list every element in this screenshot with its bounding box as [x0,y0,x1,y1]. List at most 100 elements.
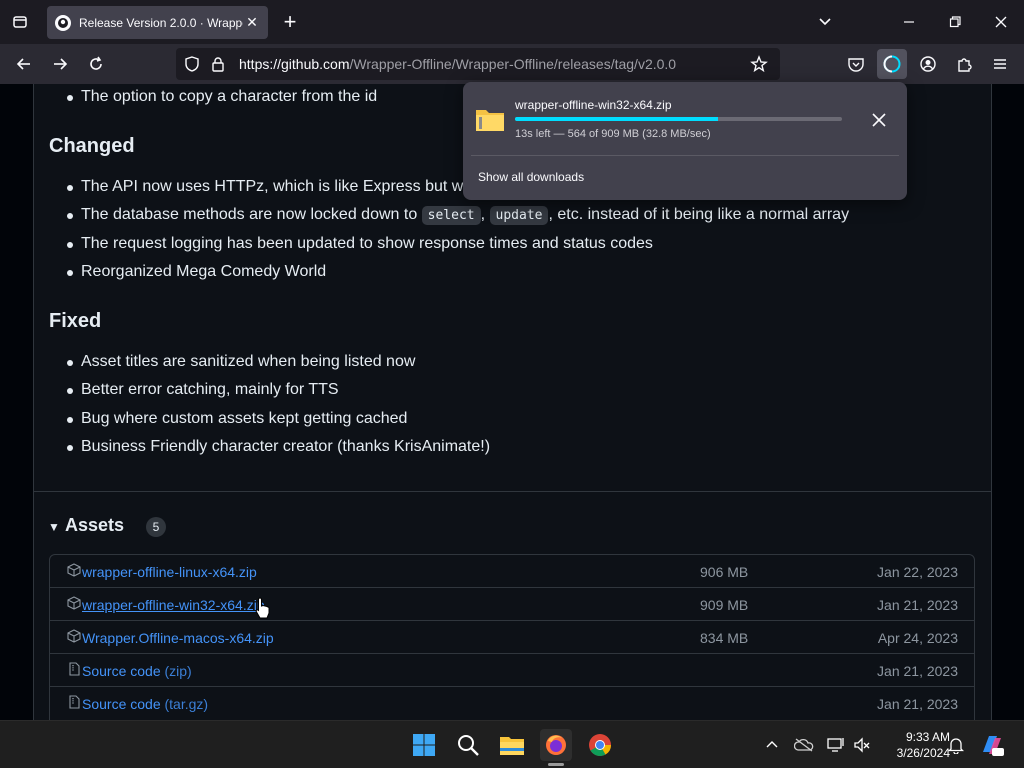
asset-link[interactable]: Source code (zip) [82,663,192,679]
notification-bell-icon[interactable] [946,735,966,755]
asset-date: Jan 21, 2023 [877,597,958,613]
chevron-up-icon[interactable] [762,735,782,755]
download-progress-fill [515,117,718,121]
asset-link-label: Source code [82,663,161,679]
download-progress-bar [515,117,842,121]
asset-row: Source code (tar.gz) Jan 21, 2023 [50,687,974,720]
assets-list: wrapper-offline-linux-x64.zip 906 MB Jan… [49,554,975,720]
bullet [67,360,73,366]
close-window-button[interactable] [986,8,1016,36]
file-explorer-icon[interactable] [496,729,528,761]
package-icon [67,596,81,610]
fixed-heading: Fixed [49,310,102,332]
restore-button[interactable] [940,8,970,36]
asset-size: 909 MB [700,597,749,613]
bullet [67,445,73,451]
firefox-view-icon[interactable] [8,10,32,34]
bullet [67,185,73,191]
close-tab-icon[interactable]: ✕ [244,14,260,30]
list-item: Reorganized Mega Comedy World [81,263,327,280]
cancel-download-icon[interactable] [869,110,889,130]
forward-arrow-icon[interactable] [48,52,72,76]
lock-icon[interactable] [206,52,230,76]
asset-row: Source code (zip) Jan 21, 2023 [50,654,974,687]
asset-row: Wrapper.Offline-macos-x64.zip 834 MB Apr… [50,621,974,654]
list-item: Better error catching, mainly for TTS [81,381,339,398]
list-item: The database methods are now locked down… [81,206,850,225]
file-zip-icon [67,695,81,709]
url-bar[interactable]: https://github.com/Wrapper-Offline/Wrapp… [176,48,780,80]
asset-row: wrapper-offline-linux-x64.zip 906 MB Jan… [50,555,974,588]
chevron-down-icon[interactable] [815,12,835,32]
copilot-icon[interactable] [976,729,1008,761]
firefox-icon[interactable] [540,729,572,761]
bullet [67,270,73,276]
list-item: Business Friendly character creator (tha… [81,438,491,455]
asset-link-suffix: (zip) [160,663,192,679]
active-app-indicator [548,763,564,766]
zip-folder-icon [475,106,505,132]
github-icon [55,14,71,31]
asset-size: 906 MB [700,564,749,580]
asset-date: Jan 21, 2023 [877,696,958,712]
list-item: The API now uses HTTPz, which is like Ex… [81,178,481,195]
url-path: /Wrapper-Offline/Wrapper-Offline/release… [349,56,677,72]
assets-heading[interactable]: Assets [65,515,124,536]
back-arrow-icon[interactable] [12,52,36,76]
hand-cursor-icon [255,597,271,619]
reload-icon[interactable] [84,52,108,76]
package-icon [67,629,81,643]
download-status: 13s left — 564 of 909 MB (32.8 MB/sec) [515,128,711,140]
menu-icon[interactable] [988,52,1012,76]
taskbar: 9:33 AM 3/26/2024 [0,720,1024,768]
downloads-icon[interactable] [877,49,907,79]
code-update: update [489,206,549,225]
divider [471,155,899,156]
package-icon [67,563,81,577]
text: The database methods are now locked down… [81,206,422,223]
display-icon[interactable] [826,735,846,755]
minimize-button[interactable] [894,8,924,36]
asset-link[interactable]: Wrapper.Offline-macos-x64.zip [82,630,274,646]
pocket-icon[interactable] [844,52,868,76]
bookmark-star-icon[interactable] [747,52,771,76]
bullet [67,417,73,423]
bullet [67,213,73,219]
list-item: The option to copy a character from the … [81,88,378,105]
volume-muted-icon[interactable] [852,735,872,755]
download-filename[interactable]: wrapper-offline-win32-x64.zip [515,98,672,112]
divider [34,491,991,492]
asset-size: 834 MB [700,630,749,646]
url-host: https://github.com [239,56,350,72]
system-clock[interactable]: 9:33 AM 3/26/2024 [880,729,950,761]
list-item: The request logging has been updated to … [81,235,653,252]
onedrive-icon[interactable] [794,735,814,755]
tab-title: Release Version 2.0.0 · Wrapper- [79,15,243,30]
asset-date: Apr 24, 2023 [877,630,958,646]
asset-link-label: Source code [82,696,161,712]
tab-active[interactable]: Release Version 2.0.0 · Wrapper- ✕ [47,6,268,39]
asset-date: Jan 21, 2023 [877,663,958,679]
asset-link-suffix: (tar.gz) [160,696,209,712]
asset-link[interactable]: wrapper-offline-win32-x64.zip [82,597,265,613]
search-icon[interactable] [452,729,484,761]
extensions-icon[interactable] [952,52,976,76]
chrome-icon[interactable] [584,729,616,761]
list-item: Asset titles are sanitized when being li… [81,353,416,370]
windows-start-icon[interactable] [408,729,440,761]
list-item: Bug where custom assets kept getting cac… [81,410,408,427]
file-zip-icon [67,662,81,676]
asset-link[interactable]: Source code (tar.gz) [82,696,208,712]
account-icon[interactable] [916,52,940,76]
bullet [67,95,73,101]
asset-link[interactable]: wrapper-offline-linux-x64.zip [82,564,257,580]
text: , etc. instead of it being like a normal… [548,206,850,223]
show-all-downloads-button[interactable]: Show all downloads [478,170,584,184]
url-text[interactable]: https://github.com/Wrapper-Offline/Wrapp… [239,56,676,72]
new-tab-button[interactable]: + [280,10,300,34]
text: , [480,206,490,223]
caret-down-icon[interactable]: ▼ [48,520,60,534]
tracking-protection-icon[interactable] [180,52,204,76]
downloads-panel: wrapper-offline-win32-x64.zip 13s left —… [463,82,907,200]
bullet [67,242,73,248]
